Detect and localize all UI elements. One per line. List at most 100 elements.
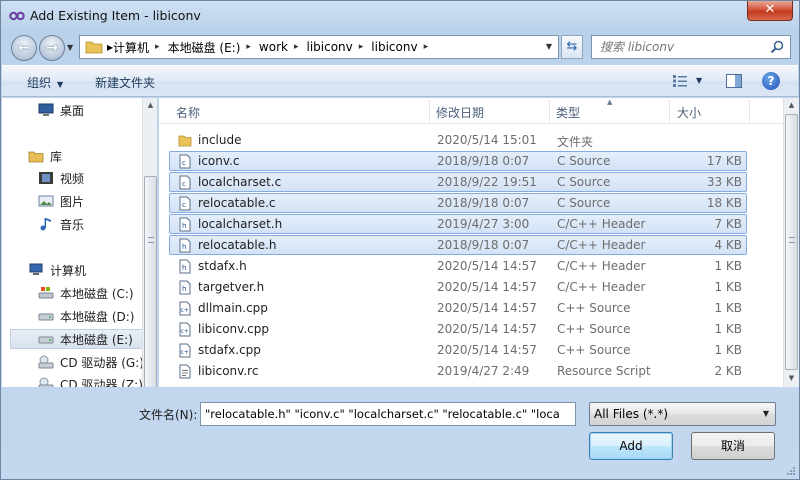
filename-field[interactable] bbox=[200, 402, 576, 426]
navigation-pane-scrollbar[interactable]: ▲ bbox=[142, 98, 157, 387]
column-header-size[interactable]: 大小 bbox=[677, 104, 701, 121]
file-row[interactable]: c+ libiconv.cpp 2020/5/14 14:57 C++ Source 1… bbox=[169, 319, 747, 339]
close-button[interactable]: ✕ bbox=[747, 1, 793, 21]
breadcrumb-separator-icon[interactable]: ▸ bbox=[359, 42, 364, 52]
resize-grip-icon[interactable] bbox=[786, 466, 796, 476]
help-button[interactable]: ? bbox=[762, 72, 780, 90]
back-button[interactable]: ← bbox=[11, 35, 37, 61]
view-options-dropdown-icon[interactable]: ▼ bbox=[696, 76, 702, 85]
folder-icon bbox=[178, 135, 192, 147]
file-row[interactable]: c localcharset.c 2018/9/22 19:51 C Source 33… bbox=[169, 172, 747, 192]
nav-item-drive-e[interactable]: 本地磁盘 (E:) bbox=[10, 329, 144, 349]
search-box[interactable] bbox=[591, 35, 791, 59]
nav-item-label: 视频 bbox=[60, 171, 85, 186]
breadcrumb-work[interactable]: work ▸ bbox=[259, 40, 307, 54]
nav-item-music[interactable]: 音乐 bbox=[38, 214, 157, 234]
breadcrumb-separator-icon[interactable]: ▸ bbox=[155, 42, 160, 52]
svg-text:h: h bbox=[182, 264, 186, 272]
forward-button[interactable]: → bbox=[39, 35, 65, 61]
nav-item-drive-d[interactable]: 本地磁盘 (D:) bbox=[38, 306, 157, 326]
nav-item-label: 音乐 bbox=[60, 217, 85, 232]
file-list-scrollbar[interactable]: ▲ ▼ bbox=[783, 98, 799, 387]
file-row[interactable]: c relocatable.c 2018/9/18 0:07 C Source 18 K… bbox=[169, 193, 747, 213]
chevron-down-icon: ▼ bbox=[762, 409, 769, 418]
file-row[interactable]: h relocatable.h 2018/9/18 0:07 C/C++ Header… bbox=[169, 235, 747, 255]
column-divider[interactable] bbox=[549, 100, 550, 122]
file-row[interactable]: c iconv.c 2018/9/18 0:07 C Source 17 KB bbox=[169, 151, 747, 171]
add-button[interactable]: Add bbox=[589, 432, 673, 460]
scrollbar-thumb[interactable] bbox=[785, 114, 798, 370]
file-row[interactable]: h targetver.h 2020/5/14 14:57 C/C++ Header 1… bbox=[169, 277, 747, 297]
organize-menu-button[interactable]: 组织 ▼ bbox=[27, 74, 63, 91]
address-history-dropdown-icon[interactable]: ▼ bbox=[540, 36, 558, 58]
address-bar[interactable]: ▸ 计算机 ▸ 本地磁盘 (E:) ▸ work ▸ libiconv ▸ li… bbox=[79, 35, 559, 59]
column-header-date[interactable]: 修改日期 bbox=[436, 104, 484, 121]
file-size: 1 KB bbox=[714, 280, 742, 294]
scroll-up-icon[interactable]: ▲ bbox=[784, 98, 799, 113]
breadcrumb-separator-icon[interactable]: ▸ bbox=[246, 42, 251, 52]
scroll-up-icon[interactable]: ▲ bbox=[143, 98, 157, 113]
file-type: C/C++ Header bbox=[557, 259, 646, 273]
title-bar[interactable]: Add Existing Item - libiconv ✕ bbox=[1, 1, 799, 31]
view-details-icon[interactable] bbox=[672, 74, 688, 88]
svg-text:c: c bbox=[182, 180, 186, 188]
nav-item-label: 桌面 bbox=[60, 103, 85, 118]
breadcrumb-separator-icon[interactable]: ▸ bbox=[294, 42, 299, 52]
chevron-down-icon: ▼ bbox=[57, 80, 64, 89]
search-input[interactable] bbox=[592, 36, 762, 58]
resource-script-icon bbox=[179, 364, 191, 379]
scrollbar-thumb[interactable] bbox=[144, 176, 157, 387]
breadcrumb-separator-icon[interactable]: ▸ bbox=[424, 42, 429, 52]
file-type: 文件夹 bbox=[557, 135, 594, 149]
column-divider[interactable] bbox=[429, 100, 430, 122]
scroll-down-icon[interactable]: ▼ bbox=[784, 371, 799, 386]
file-row[interactable]: c+ stdafx.cpp 2020/5/14 14:57 C++ Source 1 K… bbox=[169, 340, 747, 360]
file-row[interactable]: h stdafx.h 2020/5/14 14:57 C/C++ Header 1 KB bbox=[169, 256, 747, 276]
refresh-button[interactable]: ⇆ bbox=[561, 35, 583, 59]
column-header-type[interactable]: 类型 bbox=[556, 104, 580, 121]
file-size: 1 KB bbox=[714, 343, 742, 357]
nav-item-computer[interactable]: 计算机 bbox=[28, 260, 157, 280]
file-name: relocatable.c bbox=[198, 196, 276, 210]
breadcrumb-label: libiconv bbox=[371, 40, 418, 54]
column-header-name[interactable]: 名称 bbox=[176, 104, 200, 121]
breadcrumb-computer[interactable]: 计算机 ▸ bbox=[113, 39, 168, 56]
file-name: include bbox=[198, 133, 242, 147]
breadcrumb-libiconv-current[interactable]: libiconv ▸ bbox=[371, 40, 436, 54]
file-date-modified: 2018/9/22 19:51 bbox=[437, 175, 537, 189]
drive-icon bbox=[38, 313, 54, 321]
nav-item-cd-drive-z[interactable]: CD 驱动器 (Z:) bbox=[38, 374, 157, 387]
column-divider[interactable] bbox=[749, 100, 750, 122]
computer-icon bbox=[29, 263, 43, 275]
back-arrow-icon: ← bbox=[18, 40, 30, 56]
file-type-dropdown[interactable]: All Files (*.*) ▼ bbox=[589, 402, 776, 426]
file-type: C/C++ Header bbox=[557, 217, 646, 231]
file-list: 名称 修改日期 类型 ▲ 大小 include 2020/5/14 15:01 文件… bbox=[159, 98, 799, 387]
file-type: Resource Script bbox=[557, 364, 651, 378]
nav-item-library[interactable]: 库 bbox=[28, 146, 157, 166]
file-date-modified: 2018/9/18 0:07 bbox=[437, 154, 530, 168]
nav-item-video[interactable]: 视频 bbox=[38, 168, 157, 188]
search-icon[interactable] bbox=[770, 40, 784, 54]
breadcrumb-libiconv-parent[interactable]: libiconv ▸ bbox=[307, 40, 372, 54]
cancel-button[interactable]: 取消 bbox=[691, 432, 775, 460]
nav-item-label: CD 驱动器 (G:) bbox=[60, 355, 144, 370]
nav-item-drive-c[interactable]: 本地磁盘 (C:) bbox=[38, 283, 157, 303]
file-row[interactable]: c+ dllmain.cpp 2020/5/14 14:57 C++ Source 1 … bbox=[169, 298, 747, 318]
recent-pages-dropdown-icon[interactable]: ▼ bbox=[67, 43, 73, 52]
nav-item-label: CD 驱动器 (Z:) bbox=[60, 377, 143, 388]
new-folder-button[interactable]: 新建文件夹 bbox=[95, 74, 155, 91]
nav-item-pictures[interactable]: 图片 bbox=[38, 191, 157, 211]
preview-pane-icon[interactable] bbox=[726, 74, 742, 88]
file-row[interactable]: libiconv.rc 2019/4/27 2:49 Resource Script… bbox=[169, 361, 747, 381]
file-name: iconv.c bbox=[198, 154, 240, 168]
breadcrumb-drive-e[interactable]: 本地磁盘 (E:) ▸ bbox=[168, 39, 259, 56]
svg-text:h: h bbox=[182, 222, 186, 230]
header-file-icon: h bbox=[179, 217, 191, 232]
nav-item-desktop[interactable]: 桌面 bbox=[38, 100, 157, 120]
file-row[interactable]: include 2020/5/14 15:01 文件夹 bbox=[169, 130, 747, 150]
filename-input[interactable] bbox=[201, 403, 571, 425]
column-divider[interactable] bbox=[669, 100, 670, 122]
nav-item-cd-drive-g[interactable]: CD 驱动器 (G:) bbox=[38, 352, 157, 372]
file-row[interactable]: h localcharset.h 2019/4/27 3:00 C/C++ Heade… bbox=[169, 214, 747, 234]
